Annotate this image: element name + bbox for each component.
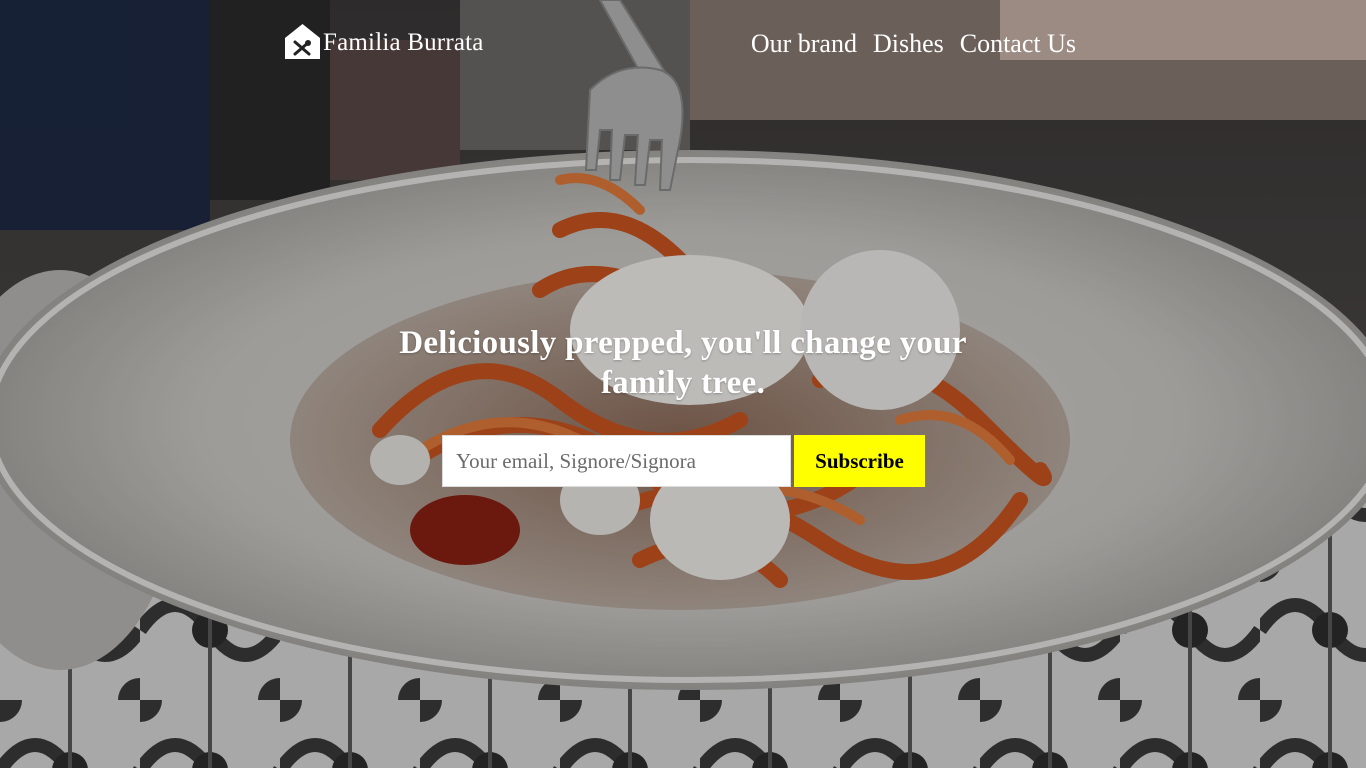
nav-menu: Our brand Dishes Contact Us (751, 29, 1076, 59)
subscribe-form: Subscribe (442, 435, 925, 487)
hero-section: Familia Burrata Our brand Dishes Contact… (0, 0, 1366, 768)
house-utensils-icon (284, 22, 321, 60)
email-input[interactable] (442, 435, 791, 487)
nav-link-dishes[interactable]: Dishes (873, 29, 944, 59)
subscribe-button[interactable]: Subscribe (794, 435, 925, 487)
nav-link-contact-us[interactable]: Contact Us (960, 29, 1076, 59)
nav-link-our-brand[interactable]: Our brand (751, 29, 857, 59)
brand-name: Familia Burrata (323, 29, 484, 56)
hero-headline: Deliciously prepped, you'll change your … (399, 325, 967, 401)
navbar: Familia Burrata Our brand Dishes Contact… (284, 16, 1076, 66)
brand-logo-link[interactable]: Familia Burrata (284, 22, 484, 60)
